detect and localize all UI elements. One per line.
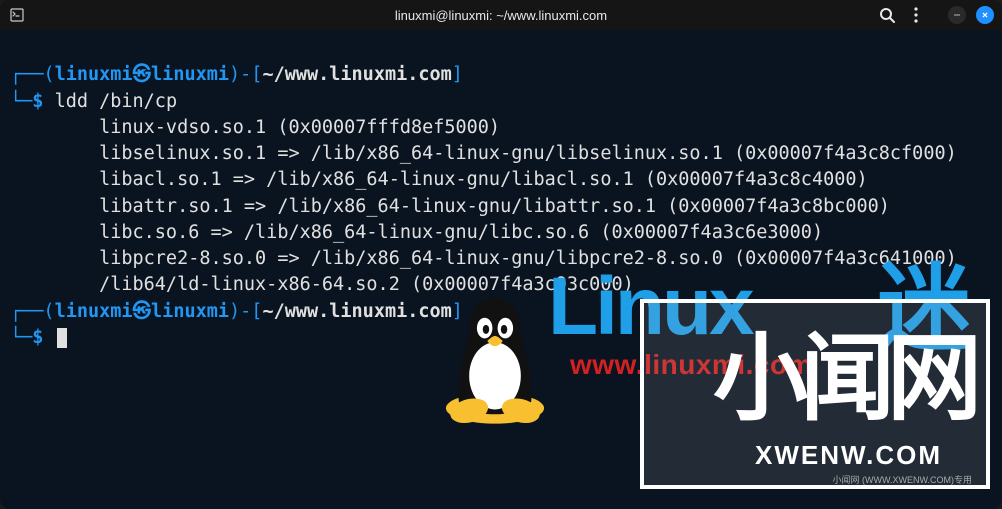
output-line-1: libselinux.so.1 => /lib/x86_64-linux-gnu… [10, 143, 957, 164]
output-line-3: libattr.so.1 => /lib/x86_64-linux-gnu/li… [10, 196, 890, 217]
prompt-line-1: ┌──(linuxmi㉿linuxmi)-[~/www.linuxmi.com] [10, 64, 463, 85]
menu-icon[interactable] [914, 7, 918, 23]
terminal-body[interactable]: ┌──(linuxmi㉿linuxmi)-[~/www.linuxmi.com]… [0, 30, 1002, 509]
output-line-6: /lib64/ld-linux-x86-64.so.2 (0x00007f4a3… [10, 274, 634, 295]
minimize-button[interactable] [948, 6, 966, 24]
cursor [57, 328, 67, 348]
output-line-2: libacl.so.1 => /lib/x86_64-linux-gnu/lib… [10, 169, 868, 190]
app-icon [8, 6, 26, 24]
titlebar-controls [879, 6, 994, 24]
search-icon[interactable] [879, 7, 896, 24]
window-title: linuxmi@linuxmi: ~/www.linuxmi.com [395, 8, 607, 23]
command-line-2: └─$ [10, 327, 67, 348]
output-line-0: linux-vdso.so.1 (0x00007fffd8ef5000) [10, 117, 500, 138]
terminal-window: linuxmi@linuxmi: ~/www.linuxmi.com ┌──(l… [0, 0, 1002, 509]
command-line-1: └─$ ldd /bin/cp [10, 91, 177, 112]
command-text: ldd /bin/cp [55, 91, 178, 112]
close-button[interactable] [976, 6, 994, 24]
titlebar: linuxmi@linuxmi: ~/www.linuxmi.com [0, 0, 1002, 30]
output-line-5: libpcre2-8.so.0 => /lib/x86_64-linux-gnu… [10, 248, 957, 269]
prompt-line-2: ┌──(linuxmi㉿linuxmi)-[~/www.linuxmi.com] [10, 301, 463, 322]
output-line-4: libc.so.6 => /lib/x86_64-linux-gnu/libc.… [10, 222, 823, 243]
window-buttons [948, 6, 994, 24]
